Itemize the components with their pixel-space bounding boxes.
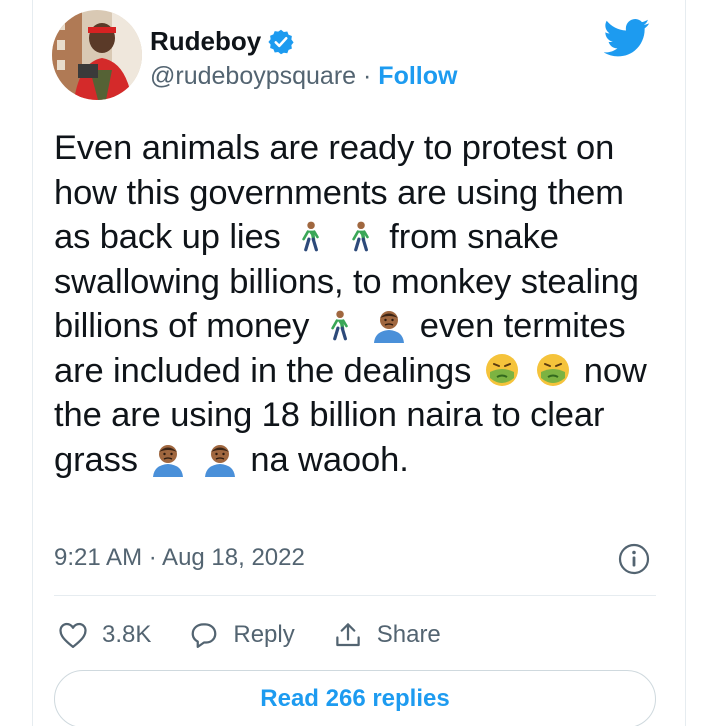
nauseated-face-icon — [535, 352, 571, 388]
avatar[interactable] — [52, 10, 142, 100]
divider — [54, 595, 656, 596]
twitter-bird-icon[interactable] — [603, 18, 650, 58]
verified-badge-icon — [267, 28, 295, 56]
person-pouting-icon — [371, 309, 407, 343]
person-pouting-icon — [150, 443, 186, 477]
tweet-text: Even animals are ready to protest on how… — [54, 126, 664, 482]
person-walking-icon — [343, 220, 377, 254]
share-arrow-icon — [335, 623, 360, 647]
share-button[interactable]: Share — [333, 621, 441, 649]
share-label: Share — [376, 621, 441, 648]
like-count: 3.8K — [102, 621, 152, 648]
tweet-actions: 3.8K Reply Share — [58, 615, 479, 655]
tweet-timestamp[interactable]: 9:21 AM · Aug 18, 2022 — [54, 544, 305, 572]
author-name[interactable]: Rudeboy — [150, 26, 261, 57]
handle-separator: · — [356, 62, 379, 90]
author-handle-row: @rudeboypsquare · Follow — [150, 62, 457, 91]
heart-icon — [59, 622, 87, 648]
like-button[interactable]: 3.8K — [58, 621, 151, 649]
person-pouting-icon — [202, 443, 238, 477]
read-replies-button[interactable]: Read 266 replies — [54, 670, 656, 726]
author-name-row[interactable]: Rudeboy — [150, 26, 295, 57]
reply-label: Reply — [233, 621, 295, 648]
author-handle[interactable]: @rudeboypsquare — [150, 62, 356, 90]
tweet-text-part: na waooh. — [250, 440, 409, 479]
reply-bubble-icon — [192, 623, 217, 648]
reply-button[interactable]: Reply — [189, 621, 295, 649]
person-walking-icon — [322, 309, 356, 343]
info-icon[interactable] — [617, 542, 651, 576]
person-walking-icon — [293, 220, 327, 254]
nauseated-face-icon — [484, 352, 520, 388]
follow-link[interactable]: Follow — [378, 62, 457, 90]
